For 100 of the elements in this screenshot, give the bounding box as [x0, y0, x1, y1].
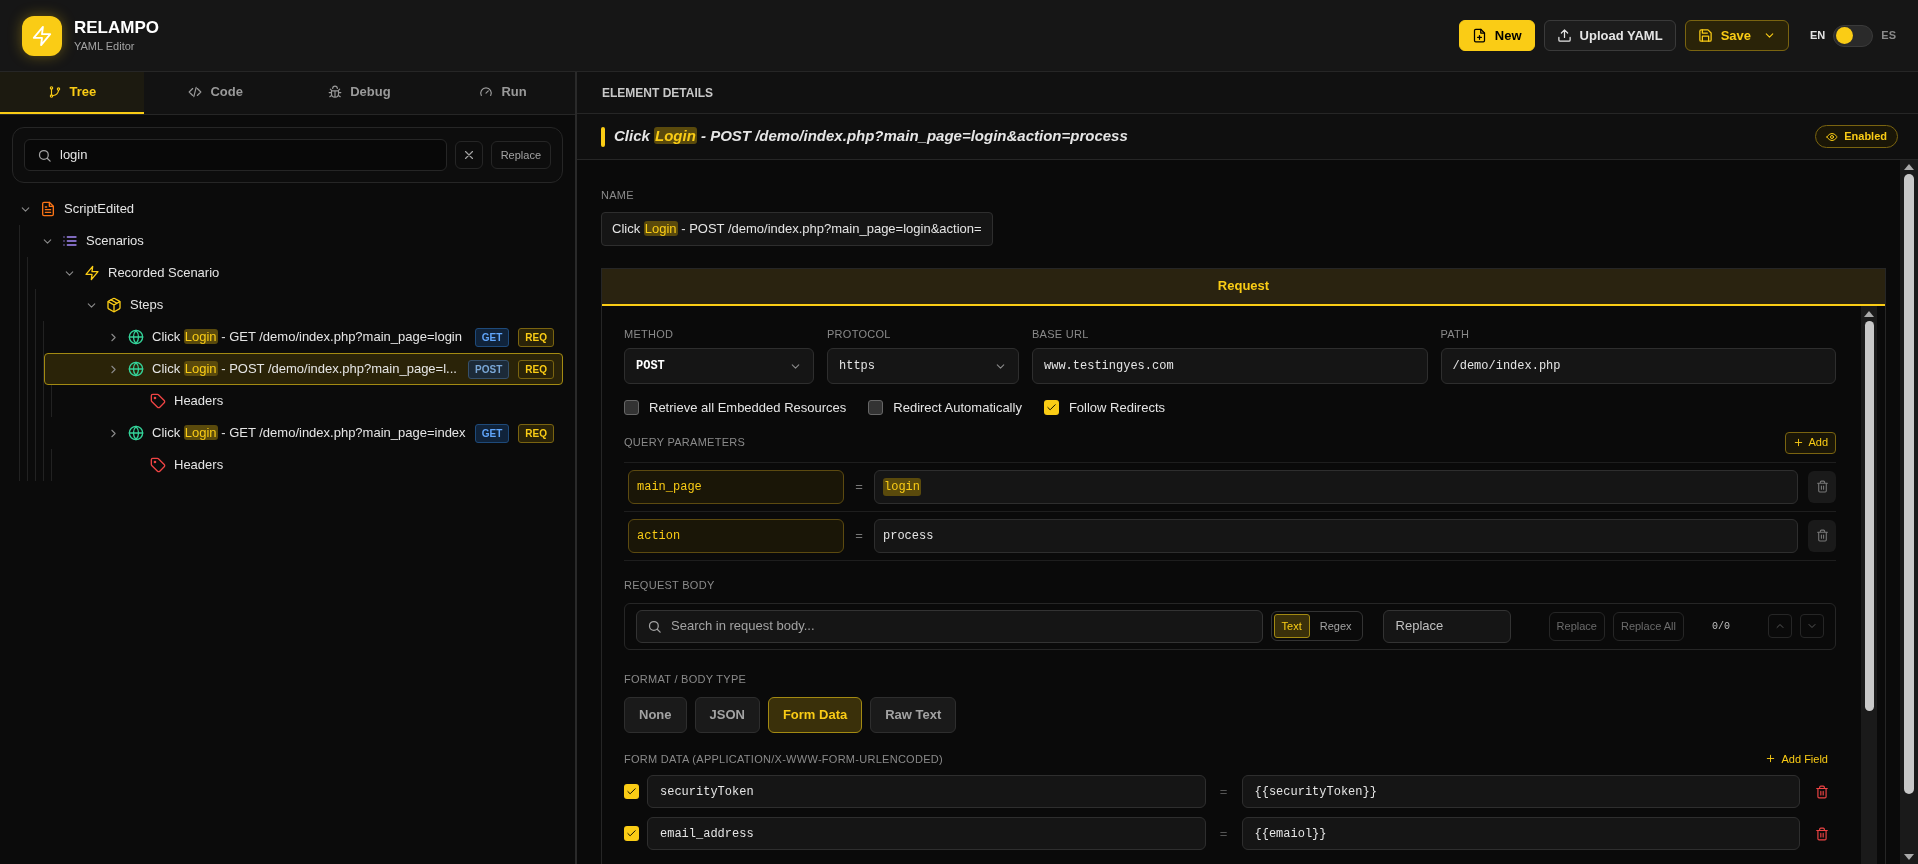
replace-button[interactable]: Replace [1548, 611, 1605, 641]
app-name: RELAMPO [74, 16, 159, 38]
name-field[interactable]: Click Login - POST /demo/index.php?main_page=login&action= [601, 211, 993, 246]
tree-item[interactable]: Headers [52, 449, 563, 481]
replace-button[interactable]: Replace [490, 141, 551, 169]
method-badge: GET [474, 423, 510, 443]
tab[interactable]: Tree [0, 72, 144, 114]
format-option[interactable]: JSON [694, 696, 760, 733]
replace-field[interactable]: Replace [1382, 609, 1511, 643]
element-title: Click Login - POST /demo/index.php?main_page=login&action=process [614, 126, 1128, 147]
language-toggle[interactable] [1833, 24, 1874, 47]
upload-yaml-button[interactable]: Upload YAML [1543, 20, 1676, 51]
match-count: 0/0 [1712, 619, 1730, 634]
checkbox[interactable] [624, 826, 639, 841]
tag-icon [150, 457, 166, 473]
value-field[interactable]: {{emaiol}} [1241, 817, 1800, 850]
plus-icon [1764, 753, 1776, 765]
scrollbar[interactable] [1861, 305, 1877, 864]
tab[interactable]: Debug [287, 72, 432, 114]
language-label[interactable]: EN [1810, 27, 1826, 44]
package-icon [106, 297, 122, 313]
key-field[interactable]: securityToken [647, 775, 1206, 808]
lightning-bolt-icon [84, 265, 100, 281]
section-label: REQUEST BODY [624, 578, 715, 591]
save-button[interactable]: Save [1684, 20, 1790, 51]
new-file-icon [1471, 28, 1487, 43]
clear-button[interactable] [454, 141, 483, 169]
scrollbar[interactable] [1900, 160, 1918, 864]
panel-heading: ELEMENT DETAILS [602, 84, 714, 102]
method-badge: GET [474, 327, 510, 347]
method-badge: REQ [518, 359, 554, 379]
key-field[interactable]: main_page [628, 469, 844, 504]
key-field[interactable]: action [628, 518, 844, 553]
enabled-badge[interactable]: Enabled [1815, 125, 1898, 148]
key-field[interactable]: email_address [647, 817, 1206, 850]
add-field-button[interactable]: Add Field [1764, 750, 1828, 767]
tree-item[interactable]: Scenarios [20, 225, 563, 257]
tree-item[interactable]: Headers [52, 385, 563, 417]
branch-icon [47, 85, 62, 99]
tab[interactable]: Code [143, 72, 288, 114]
new-button[interactable]: New [1458, 20, 1535, 51]
mode-toggle[interactable]: Regex [1311, 614, 1360, 638]
select-field[interactable]: POST [624, 348, 814, 384]
value-field[interactable]: process [874, 518, 1798, 553]
input-field[interactable]: www.testingyes.com [1032, 348, 1428, 384]
lightning-bolt-icon [31, 24, 53, 47]
tree-item[interactable]: Recorded Scenario [28, 257, 563, 289]
delete-button[interactable] [1808, 470, 1836, 503]
format-option[interactable]: Form Data [767, 696, 863, 733]
code-icon [188, 85, 203, 99]
search-field[interactable]: login [24, 139, 447, 171]
method-badge: REQ [518, 423, 554, 443]
checkbox-label[interactable]: Follow Redirects [1068, 398, 1165, 418]
tree-item[interactable]: Click Login - GET /demo/index.php?main_page=login GET REQ [44, 321, 563, 353]
section-label: NAME [601, 188, 635, 203]
tab[interactable]: Run [431, 72, 575, 114]
globe-icon [128, 361, 144, 377]
input-field[interactable]: /demo/index.php [1440, 348, 1836, 384]
check-icon [626, 786, 637, 797]
checkbox[interactable] [1043, 400, 1059, 416]
tree-item[interactable]: ScriptEdited [12, 193, 563, 225]
section-label: METHOD [624, 326, 675, 342]
language-label[interactable]: ES [1881, 27, 1896, 44]
section-label: FORMAT / BODY TYPE [624, 672, 747, 685]
body-search-field[interactable]: Search in request body... [636, 609, 1263, 643]
app-subtitle: YAML Editor [74, 38, 136, 54]
search-icon [37, 147, 52, 163]
method-badge: POST [468, 359, 510, 379]
checkbox[interactable] [624, 784, 639, 799]
trash-icon [1815, 529, 1829, 542]
upload-icon [1556, 28, 1572, 43]
search-icon [647, 618, 662, 634]
add-button[interactable]: Add [1785, 431, 1836, 454]
save-icon [1697, 28, 1713, 43]
select-field[interactable]: https [827, 348, 1019, 384]
tree-item[interactable]: Click Login - POST /demo/index.php?main_page=l... POST REQ [44, 353, 563, 385]
checkbox[interactable] [868, 400, 884, 416]
globe-icon [128, 425, 144, 441]
format-option[interactable]: None [624, 696, 687, 733]
equals-sign: = [1218, 824, 1229, 843]
checkbox[interactable] [624, 400, 639, 416]
trash-icon [1815, 784, 1829, 799]
equals-sign: = [1218, 782, 1229, 801]
list-icon [62, 233, 78, 249]
trash-icon [1815, 826, 1829, 841]
bug-icon [328, 85, 343, 99]
tree-item[interactable]: Steps [36, 289, 563, 321]
mode-toggle[interactable]: Text [1273, 614, 1310, 638]
delete-button[interactable] [1808, 519, 1836, 552]
replace-button[interactable]: Replace All [1612, 611, 1684, 641]
check-icon [626, 828, 637, 839]
tree-item[interactable]: Click Login - GET /demo/index.php?main_page=index GET REQ [44, 417, 563, 449]
checkbox-label[interactable]: Retrieve all Embedded Resources [649, 398, 847, 418]
checkbox-label[interactable]: Redirect Automatically [893, 398, 1022, 418]
value-field[interactable]: login [874, 469, 1798, 504]
format-option[interactable]: Raw Text [870, 696, 957, 733]
equals-sign: = [854, 477, 864, 496]
request-tab[interactable]: Request [602, 268, 1885, 306]
method-badge: REQ [518, 327, 554, 347]
value-field[interactable]: {{securityToken}} [1241, 775, 1800, 808]
